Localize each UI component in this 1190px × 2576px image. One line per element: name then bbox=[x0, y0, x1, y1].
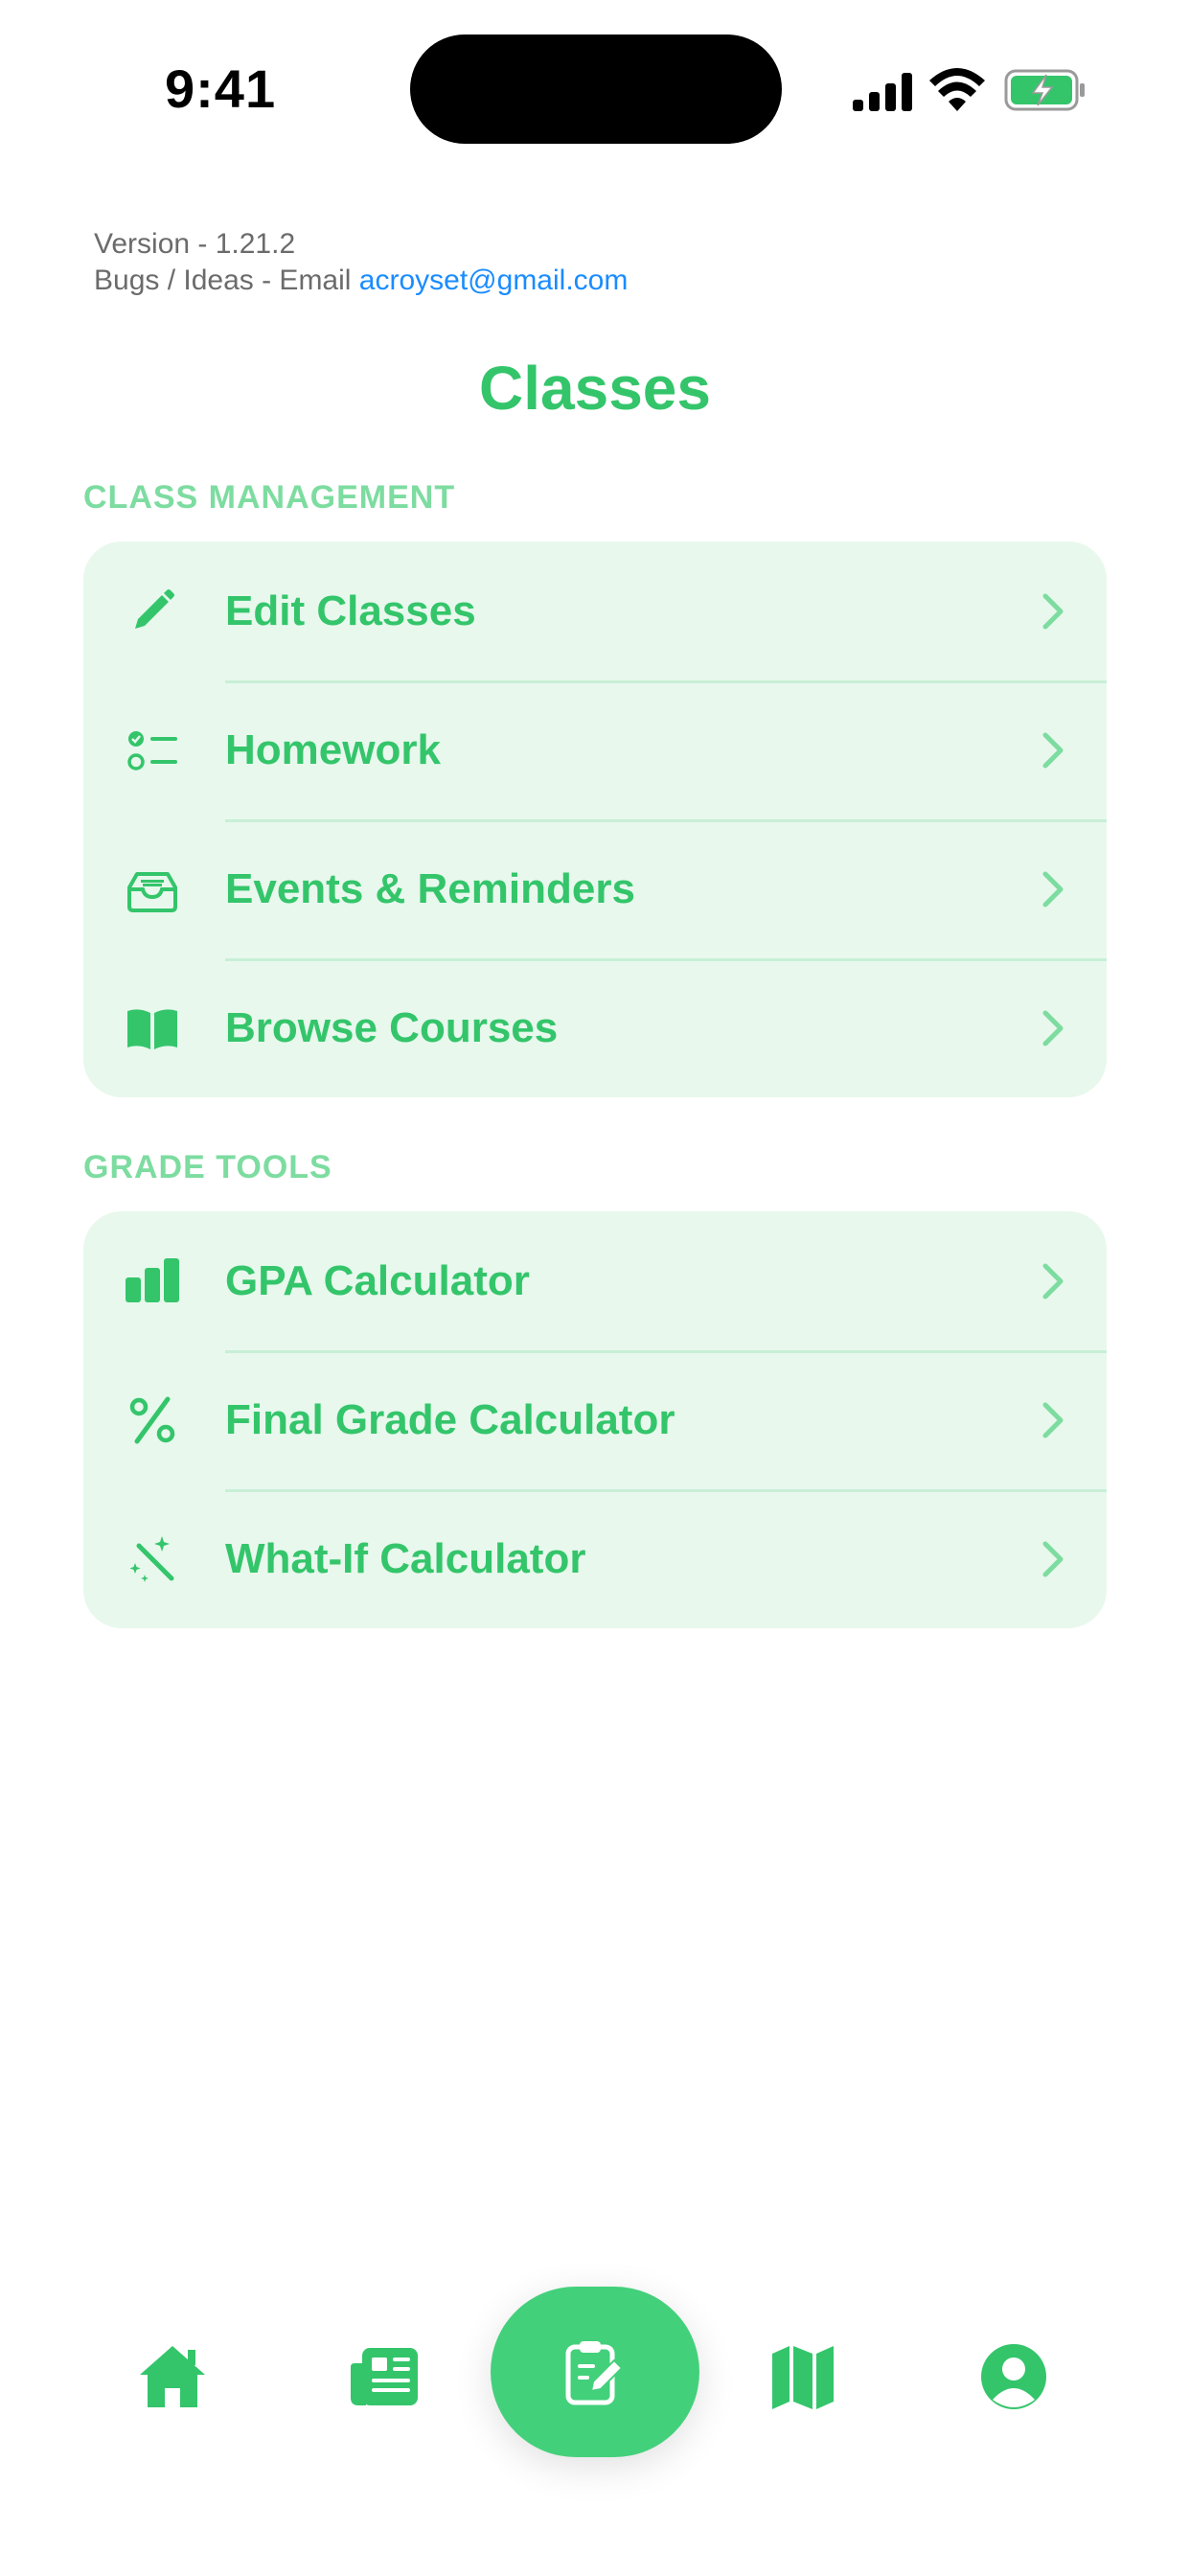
bugs-ideas-line: Bugs / Ideas - Email acroyset@gmail.com bbox=[94, 263, 628, 299]
status-bar: 9:41 bbox=[0, 0, 1190, 182]
row-label: Browse Courses bbox=[225, 1003, 559, 1051]
wifi-icon bbox=[929, 68, 985, 111]
profile-icon bbox=[981, 2344, 1046, 2409]
bar-chart-icon bbox=[124, 1253, 181, 1310]
battery-charging-icon bbox=[1004, 69, 1085, 111]
tab-home[interactable] bbox=[134, 2338, 211, 2415]
row-label: Events & Reminders bbox=[225, 864, 635, 912]
book-icon bbox=[124, 1000, 181, 1057]
browse-courses-row[interactable]: Browse Courses bbox=[83, 958, 1107, 1097]
newspaper-icon bbox=[351, 2348, 418, 2405]
chevron-right-icon bbox=[1042, 1541, 1064, 1576]
what-if-calculator-row[interactable]: What-If Calculator bbox=[83, 1489, 1107, 1628]
chevron-right-icon bbox=[1042, 593, 1064, 629]
section-header-grade-tools: GRADE TOOLS bbox=[83, 1149, 332, 1185]
cellular-signal-icon bbox=[853, 73, 912, 111]
homework-row[interactable]: Homework bbox=[83, 680, 1107, 819]
row-label: Final Grade Calculator bbox=[225, 1395, 675, 1443]
chevron-right-icon bbox=[1042, 871, 1064, 907]
app-info: Version - 1.21.2 Bugs / Ideas - Email ac… bbox=[94, 226, 628, 299]
dynamic-island bbox=[410, 34, 782, 144]
page-title: Classes bbox=[479, 354, 711, 423]
version-text: Version - 1.21.2 bbox=[94, 228, 296, 260]
bugs-ideas-label: Bugs / Ideas - Email bbox=[94, 264, 359, 296]
row-label: Edit Classes bbox=[225, 586, 476, 634]
tab-news[interactable] bbox=[347, 2338, 423, 2415]
edit-classes-row[interactable]: Edit Classes bbox=[83, 541, 1107, 680]
final-grade-calculator-row[interactable]: Final Grade Calculator bbox=[83, 1350, 1107, 1489]
status-time: 9:41 bbox=[165, 58, 277, 119]
tab-map[interactable] bbox=[765, 2338, 841, 2415]
clipboard-edit-icon bbox=[565, 2341, 624, 2405]
class-management-group: Edit Classes Homework Events & Reminders… bbox=[83, 541, 1107, 1097]
map-icon bbox=[772, 2346, 834, 2409]
tab-classes-center-button[interactable] bbox=[491, 2287, 699, 2457]
events-reminders-row[interactable]: Events & Reminders bbox=[83, 819, 1107, 958]
tab-bar bbox=[0, 2271, 1190, 2463]
chevron-right-icon bbox=[1042, 1263, 1064, 1299]
row-label: GPA Calculator bbox=[225, 1256, 530, 1304]
home-icon bbox=[140, 2346, 205, 2407]
chevron-right-icon bbox=[1042, 1402, 1064, 1438]
grade-tools-group: GPA Calculator Final Grade Calculator Wh… bbox=[83, 1211, 1107, 1628]
support-email-link[interactable]: acroyset@gmail.com bbox=[359, 264, 629, 296]
gpa-calculator-row[interactable]: GPA Calculator bbox=[83, 1211, 1107, 1350]
row-label: Homework bbox=[225, 725, 441, 773]
pencil-icon bbox=[124, 583, 181, 640]
tray-icon bbox=[124, 861, 181, 918]
magic-wand-icon bbox=[124, 1530, 181, 1588]
row-label: What-If Calculator bbox=[225, 1534, 586, 1582]
section-header-class-management: CLASS MANAGEMENT bbox=[83, 479, 456, 516]
checklist-icon bbox=[124, 722, 181, 779]
chevron-right-icon bbox=[1042, 732, 1064, 768]
chevron-right-icon bbox=[1042, 1010, 1064, 1046]
tab-profile[interactable] bbox=[975, 2338, 1052, 2415]
percent-icon bbox=[124, 1392, 181, 1449]
